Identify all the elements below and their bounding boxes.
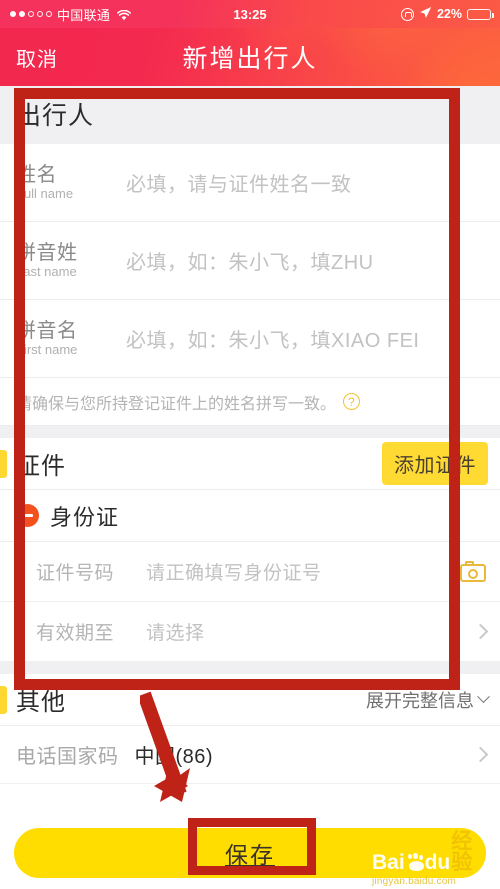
traveler-section-heading: 出行人 <box>0 86 500 144</box>
name-spelling-hint: 请确保与您所持登记证件上的姓名拼写一致。 ? <box>0 378 500 426</box>
save-button[interactable]: 保存 <box>14 828 486 878</box>
field-label: 拼音名 First name <box>16 320 126 358</box>
rotation-lock-icon <box>400 7 414 21</box>
section-divider <box>0 426 500 438</box>
chevron-right-icon <box>472 746 489 763</box>
phone-country-code-value: 中国(86) <box>134 746 214 768</box>
phone-country-code-row[interactable]: 电话国家码 中国(86) <box>0 726 500 784</box>
save-button-label: 保存 <box>225 842 275 868</box>
other-section-heading: 其他 <box>16 689 66 716</box>
field-label-cn: 拼音名 <box>16 319 78 342</box>
credential-expiry-label: 有效期至 <box>36 623 115 644</box>
field-last-name[interactable]: 拼音姓 Last name 必填，如：朱小飞，填ZHU <box>0 222 500 300</box>
chevron-right-icon <box>472 623 489 640</box>
camera-icon[interactable] <box>460 561 486 582</box>
credential-section-heading: 证件 <box>16 453 66 480</box>
full-name-input[interactable]: 必填，请与证件姓名一致 <box>126 168 352 197</box>
credential-type-row: 身份证 <box>0 490 500 542</box>
other-section-header: 其他 展开完整信息 <box>0 674 500 726</box>
add-credential-button[interactable]: 添加证件 <box>382 442 488 485</box>
expand-full-info-button[interactable]: 展开完整信息 <box>366 687 490 713</box>
form-content: 出行人 姓名 Full name 必填，请与证件姓名一致 拼音姓 Last na… <box>0 86 500 784</box>
credential-expiry-value[interactable]: 请选择 <box>146 618 205 645</box>
field-label-cn: 姓名 <box>16 163 57 186</box>
accent-bar <box>0 450 7 478</box>
field-label-en: Full name <box>16 185 74 201</box>
navigation-bar: 取消 新增出行人 <box>0 28 500 86</box>
question-mark-icon[interactable]: ? <box>343 393 361 410</box>
credential-expiry-row[interactable]: 有效期至 请选择 <box>0 602 500 662</box>
credential-number-label: 证件号码 <box>36 563 115 584</box>
status-bar: 中国联通 13:25 22% <box>0 0 500 28</box>
phone-country-code-label: 电话国家码 <box>16 746 119 768</box>
credential-number-input[interactable]: 请正确填写身份证号 <box>146 558 322 585</box>
minus-circle-icon[interactable] <box>16 504 39 527</box>
accent-bar <box>0 686 7 714</box>
expand-full-info-label: 展开完整信息 <box>366 690 474 711</box>
chevron-down-icon <box>477 690 490 704</box>
field-first-name[interactable]: 拼音名 First name 必填，如：朱小飞，填XIAO FEI <box>0 300 500 378</box>
field-label: 姓名 Full name <box>16 164 126 202</box>
field-label: 拼音姓 Last name <box>16 242 126 280</box>
field-full-name[interactable]: 姓名 Full name 必填，请与证件姓名一致 <box>0 144 500 222</box>
field-label-en: Last name <box>16 263 77 279</box>
section-divider <box>0 662 500 674</box>
field-label-cn: 拼音姓 <box>16 241 78 264</box>
credential-number-row[interactable]: 证件号码 请正确填写身份证号 <box>0 542 500 602</box>
hint-text: 请确保与您所持登记证件上的姓名拼写一致。 <box>16 395 337 413</box>
save-bar: 保存 Bai du 经验 jingyan.baidu.com <box>0 821 500 889</box>
field-label-en: First name <box>16 341 78 357</box>
first-name-input[interactable]: 必填，如：朱小飞，填XIAO FEI <box>126 324 419 353</box>
credential-section-header: 证件 添加证件 <box>0 438 500 490</box>
battery-percent-label: 22% <box>436 7 462 21</box>
page-title: 新增出行人 <box>182 45 318 73</box>
credential-type-label: 身份证 <box>50 504 120 530</box>
status-bar-right: 22% <box>400 6 500 22</box>
battery-icon <box>467 8 494 20</box>
app-root: 中国联通 13:25 22% 取消 新增出行人 出行人 姓名 Full name… <box>0 0 500 889</box>
last-name-input[interactable]: 必填，如：朱小飞，填ZHU <box>126 246 374 275</box>
location-arrow-icon <box>419 6 432 22</box>
